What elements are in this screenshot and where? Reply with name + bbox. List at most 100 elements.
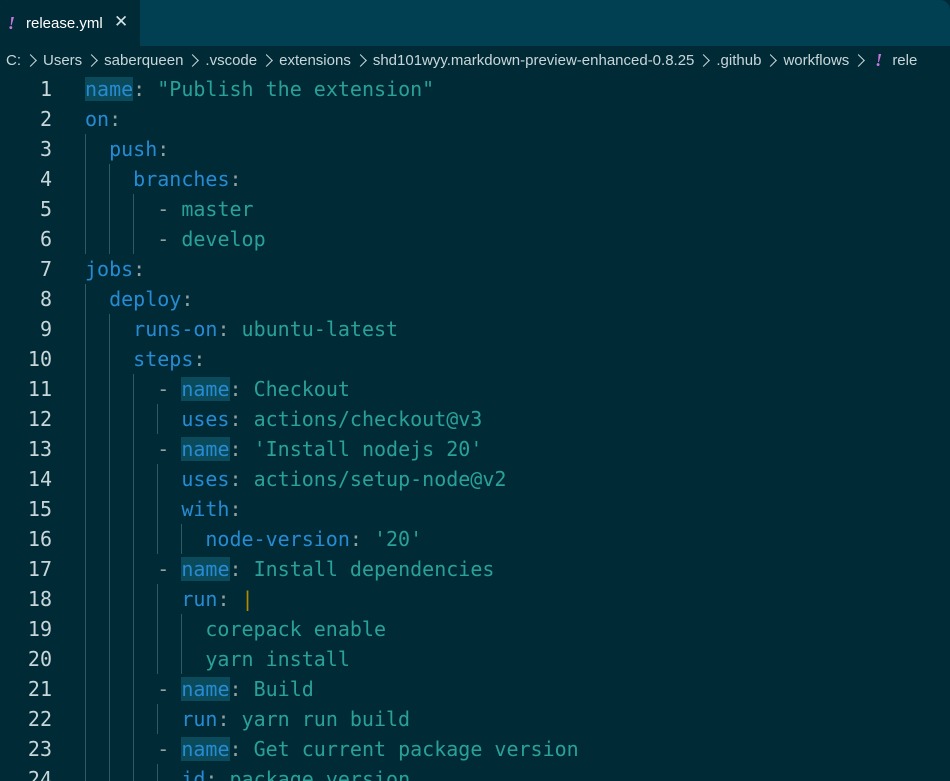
list-dash: - — [157, 437, 182, 461]
yaml-key: on — [85, 107, 110, 131]
breadcrumb-item[interactable]: .github — [716, 52, 761, 69]
code-editor[interactable]: 1 name: "Publish the extension" 2 on: 3 push:… — [0, 74, 950, 781]
indent-guide — [157, 404, 158, 434]
code-line: 12 uses: actions/checkout@v3 — [0, 404, 950, 434]
line-number: 5 — [39, 197, 52, 221]
code-line: 3 push: — [0, 134, 950, 164]
yaml-colon: : — [205, 767, 218, 781]
yaml-value: 'Install nodejs 20' — [241, 437, 483, 461]
yaml-colon: : — [109, 107, 122, 131]
yaml-colon: : — [229, 557, 242, 581]
line-number: 24 — [27, 767, 52, 781]
list-dash: - — [157, 737, 182, 761]
code-line: 17 - name: Install dependencies — [0, 554, 950, 584]
yaml-colon: : — [229, 437, 242, 461]
code-line: 10 steps: — [0, 344, 950, 374]
code-text: steps: — [133, 344, 205, 374]
tab-bar: ! release.yml ✕ — [0, 0, 950, 46]
code-line: 8 deploy: — [0, 284, 950, 314]
code-line: 18 run: | — [0, 584, 950, 614]
yaml-file-icon: ! — [8, 12, 16, 33]
yaml-value: "Publish the extension" — [145, 77, 435, 101]
line-number: 7 — [39, 257, 52, 281]
code-text: yarn install — [205, 644, 350, 674]
code-line: 13 - name: 'Install nodejs 20' — [0, 434, 950, 464]
code-text: - master — [157, 194, 253, 224]
code-line: 19 corepack enable — [0, 614, 950, 644]
yaml-colon: : — [229, 497, 242, 521]
yaml-value: yarn install — [205, 647, 350, 671]
code-text: - name: Install dependencies — [157, 554, 494, 584]
list-dash: - — [157, 227, 182, 251]
yaml-key: node-version — [205, 527, 350, 551]
yaml-key: uses — [181, 467, 230, 491]
list-dash: - — [157, 197, 182, 221]
yaml-key: branches — [133, 167, 230, 191]
code-line: 20 yarn install — [0, 644, 950, 674]
yaml-key: deploy — [109, 287, 182, 311]
code-line: 5 - master — [0, 194, 950, 224]
code-text: runs-on: ubuntu-latest — [133, 314, 398, 344]
yaml-key: name — [181, 437, 230, 461]
chevron-right-icon — [764, 53, 778, 67]
indent-guide — [157, 704, 158, 734]
indent-guide — [109, 164, 110, 254]
code-text: - develop — [157, 224, 265, 254]
yaml-key: id — [181, 767, 206, 781]
code-text: push: — [109, 134, 169, 164]
breadcrumb-item[interactable]: extensions — [279, 52, 351, 69]
yaml-colon: : — [133, 257, 146, 281]
code-line: 22 run: yarn run build — [0, 704, 950, 734]
code-text: uses: actions/setup-node@v2 — [181, 464, 506, 494]
line-number: 22 — [27, 707, 52, 731]
tab-release-yml[interactable]: ! release.yml ✕ — [0, 0, 140, 46]
line-number: 17 — [27, 557, 52, 581]
breadcrumb-item[interactable]: saberqueen — [104, 52, 183, 69]
code-text: id: package_version — [181, 764, 410, 781]
breadcrumb-item[interactable]: .vscode — [205, 52, 257, 69]
line-number: 1 — [39, 77, 52, 101]
code-text: node-version: '20' — [205, 524, 422, 554]
breadcrumb-item[interactable]: Users — [43, 52, 82, 69]
yaml-colon: : — [157, 137, 170, 161]
code-text: run: | — [181, 584, 253, 614]
line-number: 3 — [39, 137, 52, 161]
code-line: 1 name: "Publish the extension" — [0, 74, 950, 104]
yaml-colon: : — [217, 317, 230, 341]
line-number: 10 — [27, 347, 52, 371]
yaml-key: name — [85, 77, 134, 101]
code-text: uses: actions/checkout@v3 — [181, 404, 482, 434]
yaml-key: name — [181, 737, 230, 761]
yaml-key: jobs — [85, 257, 134, 281]
breadcrumb-file[interactable]: rele — [892, 52, 917, 69]
indent-guide — [133, 374, 134, 781]
code-text: with: — [181, 494, 241, 524]
line-number: 8 — [39, 287, 52, 311]
chevron-right-icon — [85, 53, 99, 67]
yaml-key: steps — [133, 347, 194, 371]
yaml-colon: : — [229, 407, 242, 431]
line-number: 18 — [27, 587, 52, 611]
line-number: 20 — [27, 647, 52, 671]
tab-label: release.yml — [26, 14, 103, 32]
line-number: 12 — [27, 407, 52, 431]
yaml-value: '20' — [361, 527, 423, 551]
indent-guide — [85, 284, 86, 781]
yaml-value: ubuntu-latest — [229, 317, 399, 341]
yaml-value: master — [181, 197, 254, 221]
line-number: 9 — [39, 317, 52, 341]
code-line: 2 on: — [0, 104, 950, 134]
breadcrumb-item[interactable]: workflows — [783, 52, 849, 69]
code-text: - name: Get current package version — [157, 734, 579, 764]
breadcrumb-item[interactable]: shd101wyy.markdown-preview-enhanced-0.8.… — [373, 52, 695, 69]
chevron-right-icon — [697, 53, 711, 67]
yaml-key: name — [181, 377, 230, 401]
breadcrumb-item[interactable]: C: — [6, 52, 21, 69]
yaml-value: actions/checkout@v3 — [241, 407, 483, 431]
yaml-value: Checkout — [241, 377, 350, 401]
list-dash: - — [157, 557, 182, 581]
yaml-colon: : — [133, 77, 146, 101]
close-icon[interactable]: ✕ — [114, 12, 128, 32]
yaml-colon: : — [229, 737, 242, 761]
indent-guide — [85, 134, 86, 254]
